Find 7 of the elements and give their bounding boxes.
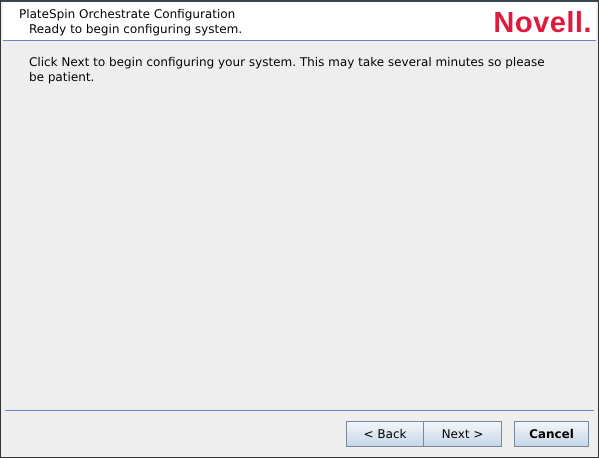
cancel-button[interactable]: Cancel — [514, 421, 589, 447]
wizard-subtitle: Ready to begin configuring system. — [28, 22, 242, 37]
wizard-title: PlateSpin Orchestrate Configuration — [19, 7, 236, 22]
logo: Novell. — [493, 6, 592, 40]
back-button[interactable]: < Back — [346, 421, 424, 447]
next-button[interactable]: Next > — [424, 421, 502, 447]
instruction-text: Click Next to begin configuring your system. This may take several minutes so please be patient. — [29, 55, 546, 85]
